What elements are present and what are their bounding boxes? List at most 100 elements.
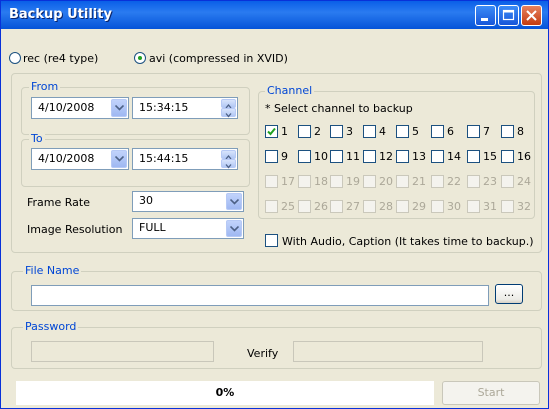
from-time-field[interactable]: 15:34:15 — [132, 97, 238, 119]
chevron-down-icon — [115, 156, 124, 162]
channel-label[interactable]: 27 — [346, 200, 360, 213]
channel-label[interactable]: 22 — [447, 175, 461, 188]
title-bar[interactable]: Backup Utility — [1, 1, 548, 29]
channel-label[interactable]: 11 — [346, 150, 360, 163]
channel-label[interactable]: 8 — [517, 125, 524, 138]
channel-label[interactable]: 32 — [517, 200, 531, 213]
spin-down-button[interactable] — [221, 159, 236, 169]
channel-label[interactable]: 13 — [412, 150, 426, 163]
channel-checkbox[interactable] — [298, 150, 311, 163]
spin-up-button[interactable] — [221, 150, 236, 160]
channel-label[interactable]: 17 — [281, 175, 295, 188]
spin-down-button[interactable] — [221, 108, 236, 118]
channel-label[interactable]: 18 — [314, 175, 328, 188]
channel-checkbox[interactable] — [467, 200, 480, 213]
channel-checkbox[interactable] — [265, 150, 278, 163]
channel-checkbox[interactable] — [330, 200, 343, 213]
image-resolution-select[interactable]: FULL — [132, 218, 244, 239]
channel-label[interactable]: 25 — [281, 200, 295, 213]
frame-rate-select[interactable]: 30 — [132, 191, 244, 212]
to-time-field[interactable]: 15:44:15 — [132, 148, 238, 170]
channel-checkbox[interactable] — [396, 200, 409, 213]
channel-checkbox[interactable] — [396, 175, 409, 188]
channel-checkbox[interactable] — [330, 150, 343, 163]
image-resolution-value: FULL — [139, 221, 166, 234]
channel-label[interactable]: 15 — [483, 150, 497, 163]
verify-password-input[interactable] — [293, 341, 483, 362]
close-icon — [526, 10, 537, 21]
channel-label[interactable]: 16 — [517, 150, 531, 163]
channel-label: Channel — [265, 84, 315, 97]
channel-checkbox[interactable] — [298, 175, 311, 188]
channel-checkbox[interactable] — [467, 125, 480, 138]
rec-format-radio[interactable] — [9, 52, 21, 64]
frame-rate-dropdown-button[interactable] — [226, 193, 242, 210]
minimize-button[interactable] — [475, 5, 496, 26]
channel-label[interactable]: 1 — [281, 125, 288, 138]
channel-checkbox[interactable] — [396, 150, 409, 163]
from-date-picker[interactable]: 4/10/2008 — [31, 97, 129, 119]
image-resolution-dropdown-button[interactable] — [226, 220, 242, 237]
channel-label[interactable]: 31 — [483, 200, 497, 213]
channel-checkbox[interactable] — [431, 200, 444, 213]
channel-label[interactable]: 24 — [517, 175, 531, 188]
channel-checkbox[interactable] — [330, 175, 343, 188]
channel-label[interactable]: 23 — [483, 175, 497, 188]
channel-label[interactable]: 3 — [346, 125, 353, 138]
file-name-input[interactable] — [31, 285, 489, 306]
to-date-dropdown-button[interactable] — [111, 150, 127, 168]
channel-label[interactable]: 14 — [447, 150, 461, 163]
maximize-button[interactable] — [498, 5, 519, 26]
from-date-dropdown-button[interactable] — [111, 99, 127, 117]
browse-button[interactable]: ... — [495, 284, 523, 304]
channel-checkbox[interactable] — [467, 175, 480, 188]
channel-checkbox[interactable] — [501, 200, 514, 213]
close-button[interactable] — [521, 5, 542, 26]
to-time-spinner[interactable] — [221, 150, 236, 169]
channel-checkbox[interactable] — [363, 125, 376, 138]
channel-label[interactable]: 20 — [379, 175, 393, 188]
channel-checkbox[interactable] — [265, 175, 278, 188]
channel-checkbox[interactable] — [363, 150, 376, 163]
rec-format-label[interactable]: rec (re4 type) — [23, 52, 98, 65]
avi-format-radio[interactable] — [134, 52, 146, 64]
channel-label[interactable]: 21 — [412, 175, 426, 188]
channel-label[interactable]: 7 — [483, 125, 490, 138]
channel-checkbox[interactable] — [265, 125, 278, 138]
chevron-down-icon — [230, 226, 239, 232]
channel-checkbox[interactable] — [265, 200, 278, 213]
channel-label[interactable]: 29 — [412, 200, 426, 213]
spin-up-button[interactable] — [221, 99, 236, 109]
channel-checkbox[interactable] — [363, 175, 376, 188]
from-time-spinner[interactable] — [221, 99, 236, 118]
to-date-picker[interactable]: 4/10/2008 — [31, 148, 129, 170]
channel-label[interactable]: 2 — [314, 125, 321, 138]
channel-label[interactable]: 26 — [314, 200, 328, 213]
channel-checkbox[interactable] — [298, 125, 311, 138]
channel-checkbox[interactable] — [396, 125, 409, 138]
channel-checkbox[interactable] — [363, 200, 376, 213]
audio-caption-checkbox[interactable] — [265, 234, 278, 247]
channel-checkbox[interactable] — [501, 125, 514, 138]
channel-label[interactable]: 19 — [346, 175, 360, 188]
password-input[interactable] — [31, 341, 214, 362]
channel-checkbox[interactable] — [467, 150, 480, 163]
channel-checkbox[interactable] — [431, 150, 444, 163]
start-button[interactable]: Start — [442, 381, 540, 405]
channel-label[interactable]: 28 — [379, 200, 393, 213]
audio-caption-label[interactable]: With Audio, Caption (It takes time to ba… — [282, 235, 534, 248]
channel-label[interactable]: 10 — [314, 150, 328, 163]
channel-checkbox[interactable] — [431, 125, 444, 138]
channel-label[interactable]: 9 — [281, 150, 288, 163]
channel-checkbox[interactable] — [501, 175, 514, 188]
channel-label[interactable]: 30 — [447, 200, 461, 213]
channel-label[interactable]: 5 — [412, 125, 419, 138]
channel-label[interactable]: 4 — [379, 125, 386, 138]
channel-checkbox[interactable] — [501, 150, 514, 163]
avi-format-label[interactable]: avi (compressed in XVID) — [149, 52, 288, 65]
channel-checkbox[interactable] — [298, 200, 311, 213]
channel-label[interactable]: 12 — [379, 150, 393, 163]
channel-checkbox[interactable] — [330, 125, 343, 138]
channel-label[interactable]: 6 — [447, 125, 454, 138]
channel-checkbox[interactable] — [431, 175, 444, 188]
